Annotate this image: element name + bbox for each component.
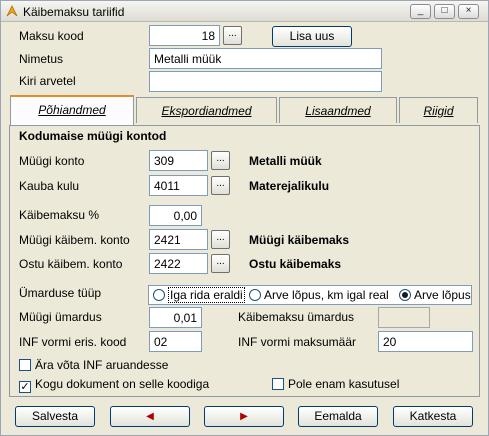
tab-lisaandmed[interactable]: Lisaandmed (279, 97, 397, 123)
app-icon (6, 5, 18, 17)
radio-dot (153, 289, 165, 301)
vat-rounding-label: Käibemaksu ümardus (238, 310, 355, 324)
inf-tax-rate-label: INF vormi maksumäär (238, 335, 357, 349)
purchase-vat-account-input[interactable]: 2422 (149, 253, 208, 274)
previous-arrow-icon[interactable]: ◀ (110, 406, 190, 427)
inf-special-code-input[interactable]: 02 (149, 331, 202, 352)
checkbox-box (19, 359, 31, 371)
radio-dot (249, 289, 261, 301)
tab-pohiandmed[interactable]: Põhiandmed (10, 95, 134, 125)
whole-document-checkbox[interactable]: ✓ Kogu dokument on selle koodiga (19, 377, 209, 393)
checkbox-label: Ära võta INF aruandesse (35, 358, 169, 372)
radio-label: Arve lõpus (414, 288, 471, 302)
radio-each-row[interactable]: Iga rida eraldi (153, 287, 245, 303)
sales-account-name: Metalli müük (249, 154, 322, 168)
tab-strip: Põhiandmed Ekspordiandmed Lisaandmed Rii… (9, 95, 480, 127)
sales-vat-account-label: Müügi käibem. konto (19, 233, 130, 247)
invoice-text-input[interactable] (149, 71, 382, 92)
vat-percent-input[interactable]: 0,00 (149, 205, 202, 226)
purchase-vat-account-label: Ostu käibem. konto (19, 257, 123, 271)
checkbox-label: Pole enam kasutusel (288, 377, 400, 391)
vat-rounding-input (378, 307, 430, 328)
rounding-type-label: Ümarduse tüüp (19, 286, 102, 300)
invoice-text-label: Kiri arvetel (19, 74, 76, 88)
name-input[interactable]: Metalli müük (149, 48, 382, 69)
minimize-button[interactable]: _ (410, 4, 431, 19)
sales-account-label: Müügi konto (19, 154, 85, 168)
checkbox-label: Kogu dokument on selle koodiga (35, 377, 210, 391)
add-new-button[interactable]: Lisa uus (272, 26, 352, 47)
inf-special-code-label: INF vormi eris. kood (19, 335, 127, 349)
not-in-use-checkbox[interactable]: Pole enam kasutusel (272, 377, 399, 391)
sales-rounding-label: Müügi ümardus (19, 310, 102, 324)
cancel-button[interactable]: Katkesta (393, 406, 473, 427)
tab-ekspordiandmed[interactable]: Ekspordiandmed (136, 97, 277, 123)
rounding-type-radio-group: Iga rida eraldi Arve lõpus, km igal real… (148, 285, 472, 305)
radio-label: Arve lõpus, km igal real (264, 288, 389, 302)
next-arrow-icon[interactable]: ▶ (204, 406, 284, 427)
sales-vat-account-name: Müügi käibemaks (249, 233, 350, 247)
radio-label: Iga rida eraldi (168, 287, 245, 303)
tax-code-lookup-button[interactable]: ... (223, 26, 242, 45)
dialog-window: Käibemaksu tariifid _ □ × Maksu kood 18 … (0, 0, 489, 436)
cost-account-input[interactable]: 4011 (149, 175, 208, 196)
domestic-section-title: Kodumaise müügi kontod (19, 129, 167, 143)
tab-riigid[interactable]: Riigid (399, 97, 478, 123)
radio-invoice-end-vat-per-row[interactable]: Arve lõpus, km igal real (249, 288, 389, 302)
sales-account-lookup-button[interactable]: ... (211, 151, 230, 170)
inf-tax-rate-input[interactable]: 20 (378, 331, 473, 352)
name-label: Nimetus (19, 52, 64, 66)
cost-account-name: Materejalikulu (249, 179, 330, 193)
checkmark-icon: ✓ (19, 381, 31, 393)
vat-percent-label: Käibemaksu % (19, 208, 100, 222)
exclude-inf-checkbox[interactable]: Ära võta INF aruandesse (19, 358, 168, 372)
title-bar[interactable]: Käibemaksu tariifid _ □ × (1, 1, 488, 22)
save-button[interactable]: Salvesta (15, 406, 95, 427)
radio-dot-selected (399, 289, 411, 301)
tax-code-input[interactable]: 18 (149, 25, 220, 46)
cost-account-label: Kauba kulu (19, 179, 80, 193)
radio-invoice-end[interactable]: Arve lõpus (399, 288, 471, 302)
purchase-vat-lookup-button[interactable]: ... (211, 254, 230, 273)
sales-vat-account-input[interactable]: 2421 (149, 229, 208, 250)
purchase-vat-account-name: Ostu käibemaks (249, 257, 342, 271)
cost-account-lookup-button[interactable]: ... (211, 176, 230, 195)
restore-button[interactable]: □ (434, 4, 455, 19)
checkbox-box (272, 378, 284, 390)
sales-vat-lookup-button[interactable]: ... (211, 230, 230, 249)
sales-rounding-input[interactable]: 0,01 (149, 307, 202, 328)
delete-button[interactable]: Eemalda (298, 406, 378, 427)
close-button[interactable]: × (458, 4, 479, 19)
window-title: Käibemaksu tariifid (23, 5, 125, 19)
sales-account-input[interactable]: 309 (149, 150, 208, 171)
tax-code-label: Maksu kood (19, 29, 84, 43)
